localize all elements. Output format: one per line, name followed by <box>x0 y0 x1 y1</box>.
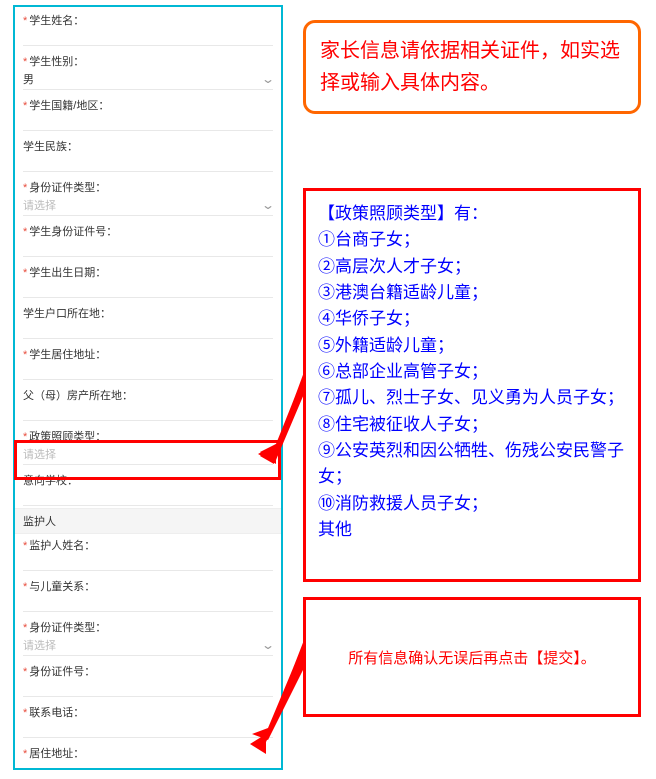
field-property: 父（母）房产所在地： <box>15 382 281 423</box>
value-student-gender: 男 <box>23 71 34 87</box>
field-guardian-id-type: *身份证件类型： 请选择 ⌄ <box>15 614 281 658</box>
label-nationality: *学生国籍/地区： <box>23 95 273 115</box>
placeholder-policy-type: 请选择 <box>23 446 56 462</box>
select-student-gender[interactable]: 男 ⌄ <box>23 71 273 90</box>
callout-bottom-text: 所有信息确认无误后再点击【提交】。 <box>348 647 596 668</box>
callout-orange-text: 家长信息请依据相关证件，如实选择或输入具体内容。 <box>320 40 620 94</box>
field-id-type: *身份证件类型： 请选择 ⌄ <box>15 174 281 218</box>
callout-blue-item: ④华侨子女； <box>318 306 626 332</box>
field-guardian-id-number: *身份证件号： <box>15 658 281 699</box>
callout-blue-item: ①台商子女； <box>318 227 626 253</box>
label-guardian-address: *居住地址： <box>23 743 273 763</box>
chevron-down-icon: ⌄ <box>261 447 275 461</box>
input-school[interactable] <box>23 490 273 506</box>
input-hukou[interactable] <box>23 323 273 339</box>
input-nationality[interactable] <box>23 115 273 131</box>
chevron-down-icon: ⌄ <box>261 72 275 86</box>
callout-blue-item: ⑧住宅被征收人子女； <box>318 412 626 438</box>
input-relation[interactable] <box>23 596 273 612</box>
field-nationality: *学生国籍/地区： <box>15 92 281 133</box>
callout-blue-item: ⑤外籍适龄儿童； <box>318 333 626 359</box>
input-guardian-name[interactable] <box>23 555 273 571</box>
select-id-type[interactable]: 请选择 ⌄ <box>23 197 273 216</box>
callout-blue-items: ①台商子女；②高层次人才子女；③港澳台籍适龄儿童；④华侨子女；⑤外籍适龄儿童；⑥… <box>318 227 626 543</box>
input-student-name[interactable] <box>23 30 273 46</box>
field-id-number: *学生身份证件号： <box>15 218 281 259</box>
callout-blue-item: ③港澳台籍适龄儿童； <box>318 280 626 306</box>
callout-blue-item: ⑨公安英烈和因公牺牲、伤残公安民警子女； <box>318 438 626 491</box>
label-phone: *联系电话： <box>23 702 273 722</box>
field-hukou: 学生户口所在地： <box>15 300 281 341</box>
label-policy-type: *政策照顾类型： <box>23 426 273 446</box>
input-guardian-id-number[interactable] <box>23 681 273 697</box>
field-address: *学生居住地址： <box>15 341 281 382</box>
label-student-gender: *学生性别： <box>23 51 273 71</box>
select-guardian-id-type[interactable]: 请选择 ⌄ <box>23 637 273 656</box>
callout-blue-item: ⑦孤儿、烈士子女、见义勇为人员子女； <box>318 385 626 411</box>
input-id-number[interactable] <box>23 241 273 257</box>
input-guardian-address[interactable] <box>23 763 273 770</box>
label-guardian-name: *监护人姓名： <box>23 535 273 555</box>
callout-bottom: 所有信息确认无误后再点击【提交】。 <box>303 597 641 717</box>
field-student-gender: *学生性别： 男 ⌄ <box>15 48 281 92</box>
label-birthdate: *学生出生日期： <box>23 262 273 282</box>
field-guardian-name: *监护人姓名： <box>15 534 281 573</box>
label-hukou: 学生户口所在地： <box>23 303 273 323</box>
field-relation: *与儿童关系： <box>15 573 281 614</box>
field-birthdate: *学生出生日期： <box>15 259 281 300</box>
chevron-down-icon: ⌄ <box>261 638 275 652</box>
callout-orange: 家长信息请依据相关证件，如实选择或输入具体内容。 <box>303 20 641 114</box>
callout-blue-item: 其他 <box>318 517 626 543</box>
field-phone: *联系电话： <box>15 699 281 740</box>
field-student-name: *学生姓名： <box>15 7 281 48</box>
callout-blue: 【政策照顾类型】有： ①台商子女；②高层次人才子女；③港澳台籍适龄儿童；④华侨子… <box>303 188 641 582</box>
section-guardian: 监护人 <box>15 508 281 534</box>
field-school: 意向学校： <box>15 467 281 508</box>
input-address[interactable] <box>23 364 273 380</box>
label-school: 意向学校： <box>23 470 273 490</box>
chevron-down-icon: ⌄ <box>261 198 275 212</box>
label-relation: *与儿童关系： <box>23 576 273 596</box>
form-list: *学生姓名： *学生性别： 男 ⌄ *学生国籍/地区： 学生民族： *身份证件类… <box>15 7 281 770</box>
placeholder-guardian-id-type: 请选择 <box>23 637 56 653</box>
input-birthdate[interactable] <box>23 282 273 298</box>
field-policy-type: *政策照顾类型： 请选择 ⌄ <box>15 423 281 467</box>
select-policy-type[interactable]: 请选择 ⌄ <box>23 446 273 465</box>
label-address: *学生居住地址： <box>23 344 273 364</box>
input-phone[interactable] <box>23 722 273 738</box>
phone-frame: *学生姓名： *学生性别： 男 ⌄ *学生国籍/地区： 学生民族： *身份证件类… <box>13 5 283 770</box>
label-guardian-id-type: *身份证件类型： <box>23 617 273 637</box>
label-ethnicity: 学生民族： <box>23 136 273 156</box>
input-ethnicity[interactable] <box>23 156 273 172</box>
field-ethnicity: 学生民族： <box>15 133 281 174</box>
label-student-name: *学生姓名： <box>23 10 273 30</box>
callout-blue-title: 【政策照顾类型】有： <box>318 201 626 227</box>
callout-blue-item: ②高层次人才子女； <box>318 254 626 280</box>
placeholder-id-type: 请选择 <box>23 197 56 213</box>
input-property[interactable] <box>23 405 273 421</box>
callout-blue-item: ⑥总部企业高管子女； <box>318 359 626 385</box>
field-guardian-address: *居住地址： <box>15 740 281 770</box>
label-guardian-id-number: *身份证件号： <box>23 661 273 681</box>
label-id-number: *学生身份证件号： <box>23 221 273 241</box>
label-id-type: *身份证件类型： <box>23 177 273 197</box>
callout-blue-item: ⑩消防救援人员子女； <box>318 491 626 517</box>
label-property: 父（母）房产所在地： <box>23 385 273 405</box>
